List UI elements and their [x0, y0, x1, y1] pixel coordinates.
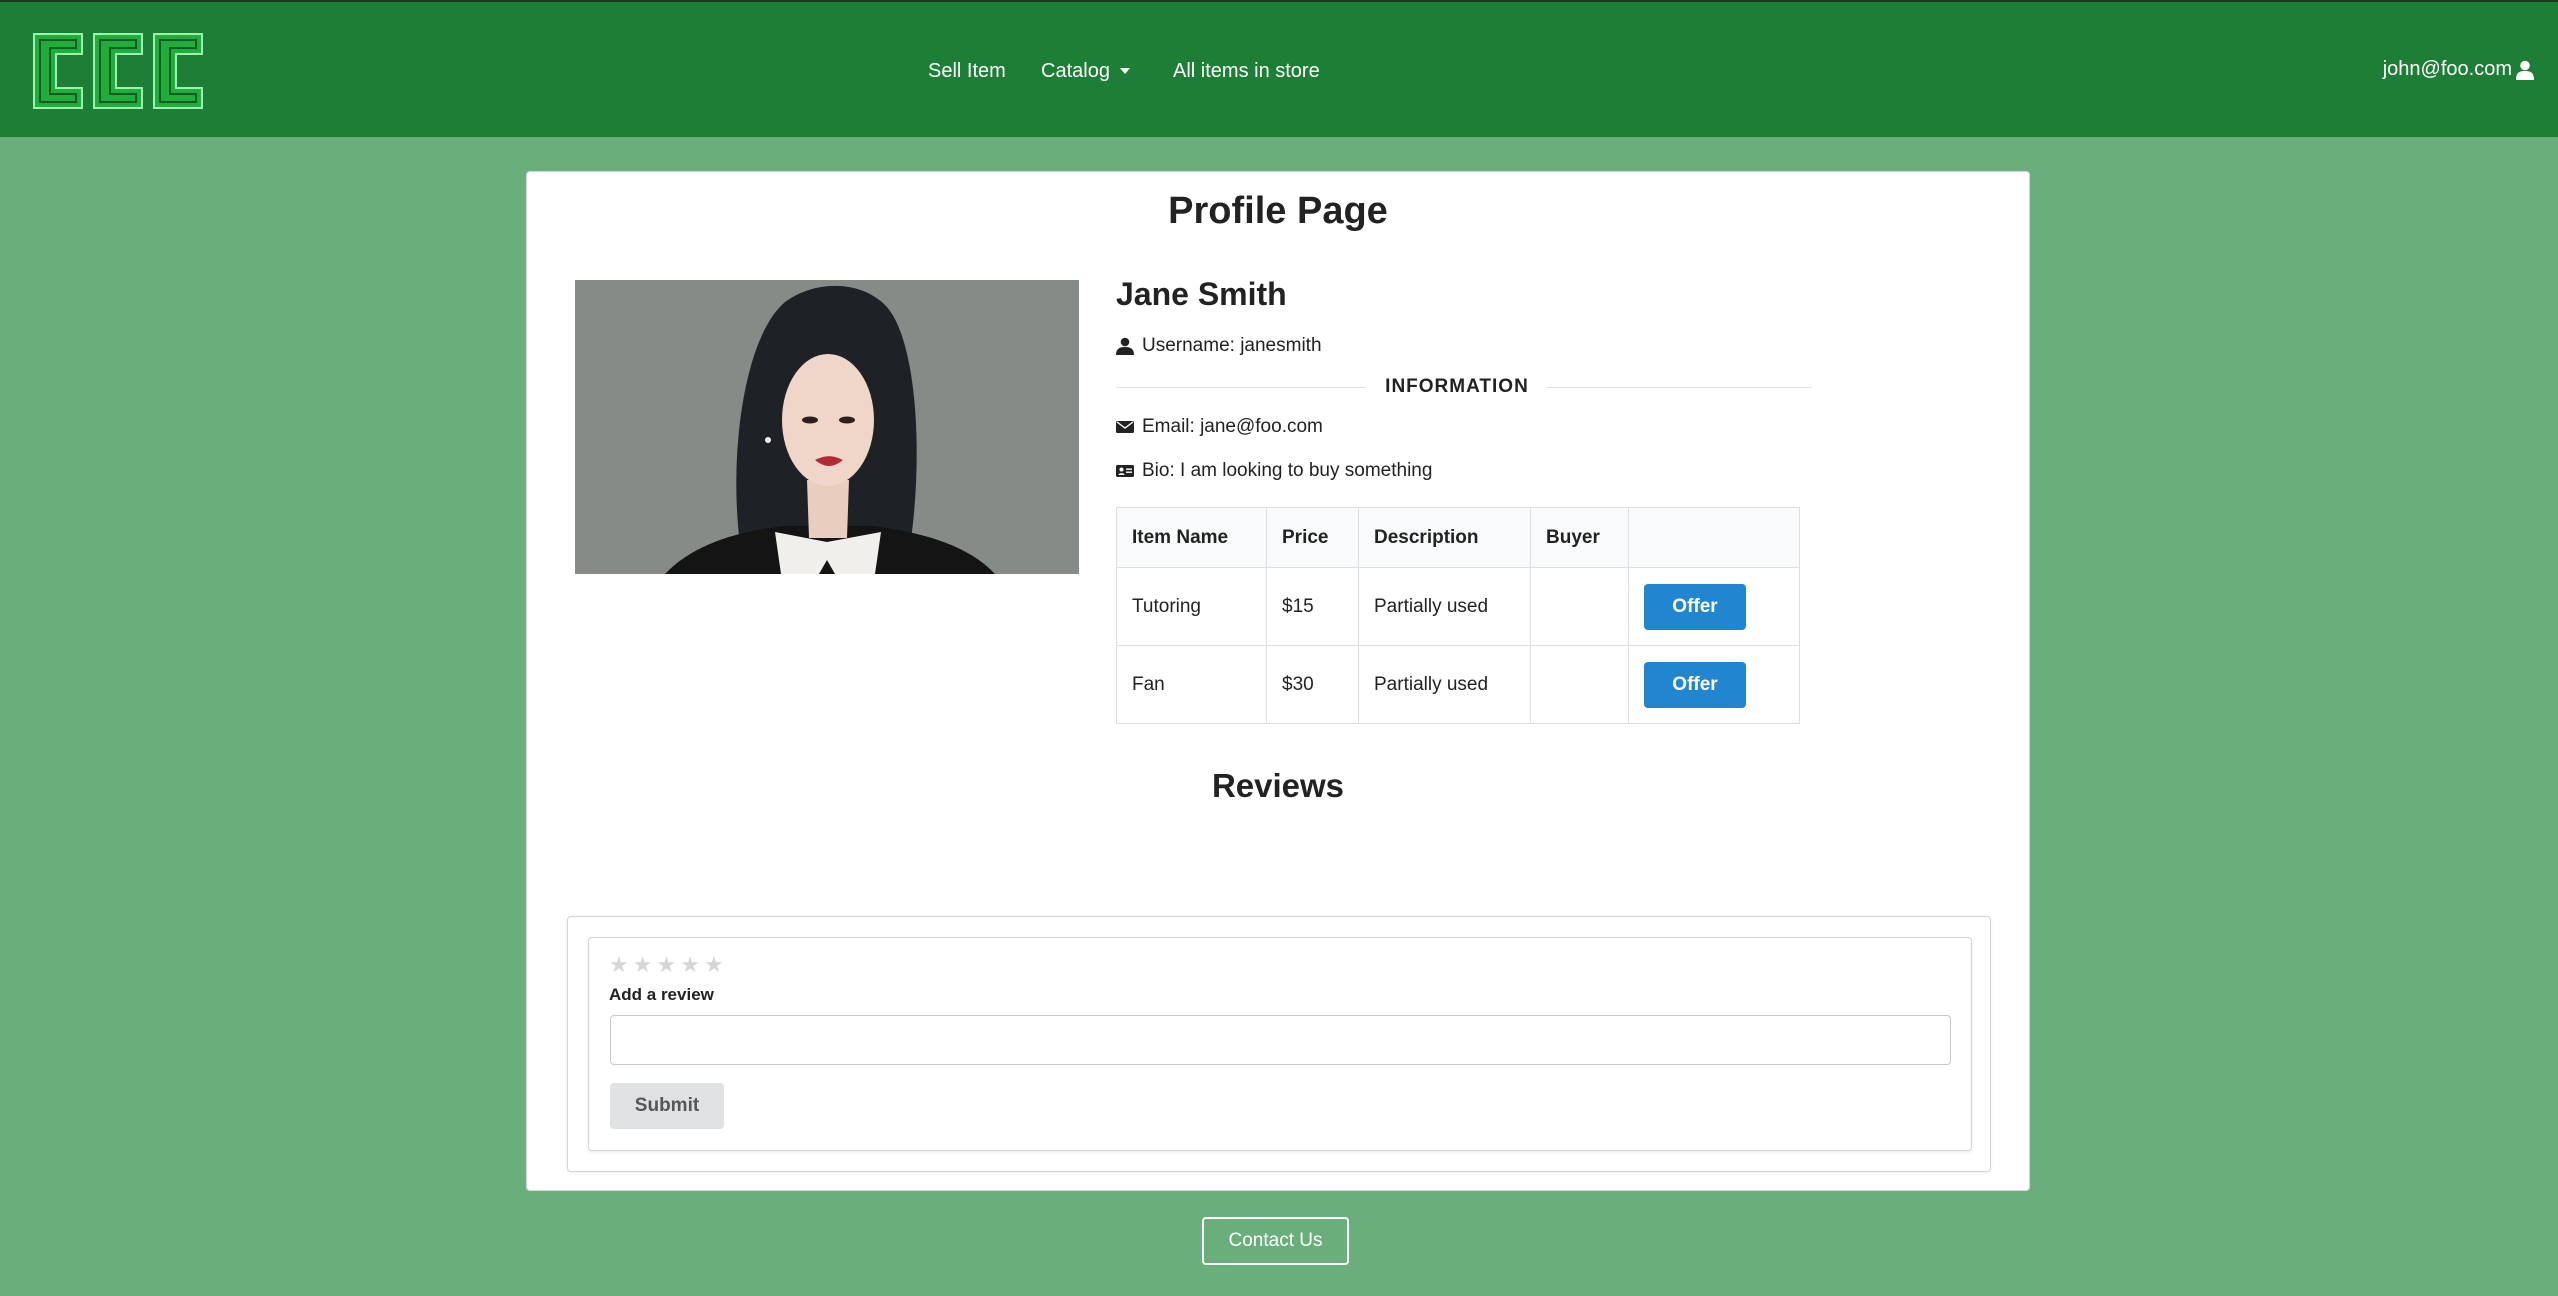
- username-row: Username: janesmith: [1116, 335, 1322, 357]
- user-icon: [2516, 60, 2534, 80]
- page-title: Profile Page: [1168, 190, 1388, 232]
- user-email: john@foo.com: [2382, 58, 2512, 80]
- action-cell: Offer: [1628, 645, 1800, 724]
- buyer-cell: [1530, 645, 1629, 724]
- star-icon[interactable]: ★: [656, 954, 676, 976]
- envelope-icon: [1116, 421, 1134, 433]
- table-header-row: Item Name Price Description Buyer: [1116, 507, 1800, 568]
- description-cell: Partially used: [1358, 645, 1531, 724]
- star-icon[interactable]: ★: [704, 954, 724, 976]
- price-cell: $30: [1266, 645, 1359, 724]
- id-card-icon: [1116, 465, 1134, 477]
- star-rating[interactable]: ★ ★ ★ ★ ★: [609, 954, 724, 976]
- nav-sell-item[interactable]: Sell Item: [928, 60, 1006, 83]
- description-cell: Partially used: [1358, 567, 1531, 646]
- profile-photo: [575, 280, 1079, 574]
- offer-button[interactable]: Offer: [1644, 661, 1746, 708]
- bio-text: Bio: I am looking to buy something: [1142, 460, 1433, 481]
- username-text: Username: janesmith: [1142, 335, 1322, 356]
- price-cell: $15: [1266, 567, 1359, 646]
- divider: [1547, 387, 1812, 388]
- item-name-cell: Fan: [1116, 645, 1267, 724]
- column-header-description: Description: [1358, 507, 1531, 568]
- email-row: Email: jane@foo.com: [1116, 416, 1323, 438]
- ccc-logo[interactable]: [30, 30, 210, 112]
- top-navbar: Sell Item Catalog All items in store joh…: [0, 0, 2558, 137]
- review-form: ★ ★ ★ ★ ★ Add a review Submit: [588, 937, 1972, 1151]
- column-header-buyer: Buyer: [1530, 507, 1629, 568]
- review-input[interactable]: [610, 1015, 1951, 1065]
- buyer-cell: [1530, 567, 1629, 646]
- nav-all-items[interactable]: All items in store: [1173, 60, 1320, 83]
- star-icon[interactable]: ★: [680, 954, 700, 976]
- user-icon: [1116, 337, 1134, 355]
- column-header-item-name: Item Name: [1116, 507, 1267, 568]
- column-header-price: Price: [1266, 507, 1359, 568]
- star-icon[interactable]: ★: [633, 954, 653, 976]
- table-row: Tutoring $15 Partially used Offer: [1116, 567, 1800, 646]
- offer-button[interactable]: Offer: [1644, 583, 1746, 630]
- reviews-heading: Reviews: [1211, 767, 1345, 804]
- bio-row: Bio: I am looking to buy something: [1116, 460, 1432, 482]
- nav-catalog-dropdown[interactable]: Catalog: [1041, 60, 1110, 83]
- submit-button[interactable]: Submit: [610, 1083, 724, 1129]
- star-icon[interactable]: ★: [609, 954, 629, 976]
- add-review-label: Add a review: [609, 985, 714, 1004]
- profile-name: Jane Smith: [1116, 276, 1287, 312]
- review-form-container: ★ ★ ★ ★ ★ Add a review Submit: [567, 916, 1991, 1172]
- item-name-cell: Tutoring: [1116, 567, 1267, 646]
- column-header-action: [1628, 507, 1800, 568]
- items-table: Item Name Price Description Buyer Tutori…: [1116, 507, 1800, 724]
- action-cell: Offer: [1628, 567, 1800, 646]
- table-row: Fan $30 Partially used Offer: [1116, 645, 1800, 724]
- profile-card: Profile Page Jane Smith Username: janesm…: [526, 171, 2030, 1191]
- user-menu[interactable]: john@foo.com: [2383, 58, 2534, 81]
- contact-us-button[interactable]: Contact Us: [1202, 1217, 1349, 1265]
- email-text: Email: jane@foo.com: [1142, 416, 1323, 437]
- caret-down-icon[interactable]: [1120, 68, 1130, 74]
